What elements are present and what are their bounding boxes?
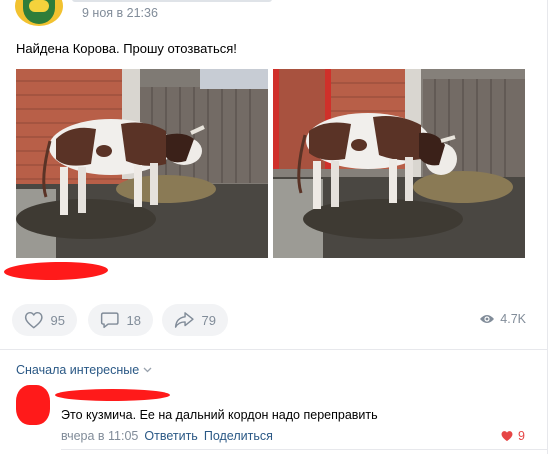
post-date[interactable]: 9 ноя в 21:36	[82, 6, 158, 20]
comment-button[interactable]: 18	[88, 304, 153, 336]
share-arrow-icon	[174, 312, 194, 328]
reply-link[interactable]: Ответить	[144, 429, 197, 443]
heart-filled-icon	[501, 431, 513, 442]
group-avatar[interactable]	[15, 0, 63, 26]
comment-text: Это кузмича. Ее на дальний кордон надо п…	[61, 408, 378, 422]
comment-count: 18	[126, 312, 141, 328]
comment-date[interactable]: вчера в 11:05	[61, 429, 138, 443]
commenter-avatar-redacted[interactable]	[16, 385, 50, 425]
comment-icon	[100, 312, 119, 329]
share-link[interactable]: Поделиться	[204, 429, 273, 443]
tiger-emblem-icon	[29, 0, 49, 12]
comment-meta: вчера в 11:05 Ответить Поделиться	[61, 429, 273, 443]
eye-icon	[480, 315, 495, 323]
share-count: 79	[201, 312, 216, 328]
wall-post: 9 ноя в 21:36 Найдена Корова. Прошу отоз…	[0, 0, 548, 454]
author-name-cropped[interactable]	[72, 0, 272, 2]
view-count: 4.7K	[500, 312, 526, 326]
section-divider	[0, 349, 548, 350]
like-count: 95	[50, 312, 65, 328]
cow-photo-1-image	[16, 69, 268, 258]
post-photo-2[interactable]	[273, 69, 525, 258]
comment-like-button[interactable]: 9	[500, 429, 525, 443]
comment-divider	[61, 449, 548, 450]
comment-sort-dropdown[interactable]: Сначала интересные	[16, 363, 152, 377]
comment-sort-label: Сначала интересные	[16, 363, 140, 377]
comment-like-count: 9	[518, 429, 525, 443]
post-text: Найдена Корова. Прошу отозваться!	[16, 41, 237, 56]
redaction-mark	[3, 261, 109, 281]
like-button[interactable]: 95	[12, 304, 77, 336]
chevron-down-icon	[143, 367, 152, 373]
heart-icon	[24, 311, 43, 329]
share-button[interactable]: 79	[162, 304, 228, 336]
cow-photo-2-image	[273, 69, 525, 258]
post-photo-1[interactable]	[16, 69, 268, 258]
commenter-name-redacted[interactable]	[55, 389, 170, 401]
view-counter: 4.7K	[479, 312, 526, 326]
